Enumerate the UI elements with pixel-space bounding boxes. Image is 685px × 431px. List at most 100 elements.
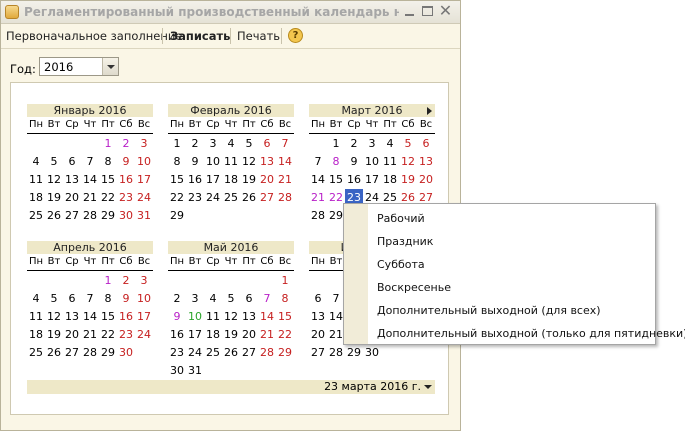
day-cell[interactable]: 16	[117, 308, 135, 326]
day-cell[interactable]: 11	[27, 171, 45, 189]
day-cell[interactable]: 8	[99, 290, 117, 308]
day-cell[interactable]: 27	[63, 344, 81, 362]
day-cell[interactable]: 18	[381, 171, 399, 189]
day-cell[interactable]: 17	[204, 171, 222, 189]
day-cell[interactable]: 17	[135, 171, 153, 189]
day-cell[interactable]: 12	[222, 308, 240, 326]
day-cell[interactable]: 9	[117, 290, 135, 308]
day-cell[interactable]: 28	[81, 344, 99, 362]
day-cell[interactable]: 16	[168, 326, 186, 344]
day-cell[interactable]: 5	[222, 290, 240, 308]
menu-item-working[interactable]: Рабочий	[377, 212, 425, 225]
day-cell[interactable]: 27	[309, 344, 327, 362]
day-cell[interactable]: 3	[186, 290, 204, 308]
menu-item-holiday[interactable]: Праздник	[377, 235, 433, 248]
day-cell[interactable]: 2	[186, 135, 204, 153]
day-cell[interactable]: 8	[327, 153, 345, 171]
day-cell[interactable]: 24	[135, 189, 153, 207]
day-cell[interactable]: 10	[186, 308, 204, 326]
day-cell[interactable]: 26	[45, 207, 63, 225]
day-cell[interactable]: 28	[327, 344, 345, 362]
day-cell[interactable]: 12	[399, 153, 417, 171]
day-cell[interactable]: 14	[309, 171, 327, 189]
title-bar[interactable]: Регламентированный производственный кале…	[1, 1, 460, 24]
day-cell[interactable]: 6	[240, 290, 258, 308]
day-cell[interactable]: 13	[63, 308, 81, 326]
day-cell[interactable]: 14	[258, 308, 276, 326]
day-cell[interactable]: 25	[222, 189, 240, 207]
day-cell[interactable]: 4	[27, 153, 45, 171]
day-cell[interactable]: 9	[345, 153, 363, 171]
day-cell[interactable]: 15	[327, 171, 345, 189]
day-cell[interactable]: 3	[135, 272, 153, 290]
day-cell[interactable]: 5	[45, 290, 63, 308]
day-cell[interactable]: 17	[135, 308, 153, 326]
initial-fill-button[interactable]: Первоначальное заполнение	[6, 29, 182, 43]
day-cell[interactable]: 22	[168, 189, 186, 207]
day-cell[interactable]: 23	[168, 344, 186, 362]
day-cell[interactable]: 11	[381, 153, 399, 171]
day-cell[interactable]: 29	[99, 344, 117, 362]
day-cell[interactable]: 2	[117, 272, 135, 290]
day-cell[interactable]: 5	[45, 153, 63, 171]
day-cell[interactable]: 22	[99, 189, 117, 207]
day-cell[interactable]: 1	[168, 135, 186, 153]
day-cell[interactable]: 31	[135, 207, 153, 225]
day-cell[interactable]: 7	[276, 135, 294, 153]
day-cell[interactable]: 17	[186, 326, 204, 344]
day-cell[interactable]: 11	[222, 153, 240, 171]
day-cell[interactable]: 20	[417, 171, 435, 189]
day-cell[interactable]: 4	[204, 290, 222, 308]
close-icon[interactable]: ✕	[438, 3, 453, 19]
day-cell[interactable]: 5	[240, 135, 258, 153]
day-cell[interactable]: 15	[168, 171, 186, 189]
day-cell[interactable]: 30	[168, 362, 186, 380]
day-cell[interactable]: 3	[135, 135, 153, 153]
day-cell[interactable]: 27	[63, 207, 81, 225]
day-cell[interactable]: 8	[276, 290, 294, 308]
menu-item-sunday[interactable]: Воскресенье	[377, 281, 451, 294]
day-cell[interactable]: 24	[204, 189, 222, 207]
day-cell[interactable]: 23	[186, 189, 204, 207]
day-cell[interactable]: 31	[186, 362, 204, 380]
day-cell[interactable]: 2	[168, 290, 186, 308]
maximize-icon[interactable]	[420, 4, 435, 19]
day-cell[interactable]: 6	[63, 153, 81, 171]
day-cell[interactable]: 11	[27, 308, 45, 326]
day-cell[interactable]: 29	[276, 344, 294, 362]
minimize-icon[interactable]	[402, 4, 417, 19]
day-cell[interactable]: 19	[45, 326, 63, 344]
day-cell[interactable]: 25	[27, 344, 45, 362]
day-cell[interactable]: 19	[45, 189, 63, 207]
day-cell[interactable]: 15	[276, 308, 294, 326]
day-cell[interactable]: 2	[345, 135, 363, 153]
day-cell[interactable]: 17	[363, 171, 381, 189]
day-cell[interactable]: 19	[240, 171, 258, 189]
day-cell[interactable]: 11	[204, 308, 222, 326]
print-button[interactable]: Печать	[237, 29, 280, 43]
chevron-down-icon[interactable]	[424, 385, 432, 389]
day-cell[interactable]: 21	[258, 326, 276, 344]
day-cell[interactable]: 20	[240, 326, 258, 344]
day-cell[interactable]: 20	[63, 326, 81, 344]
day-cell[interactable]: 13	[417, 153, 435, 171]
day-cell[interactable]: 26	[45, 344, 63, 362]
day-cell[interactable]: 28	[81, 207, 99, 225]
day-cell[interactable]: 18	[27, 189, 45, 207]
day-cell[interactable]: 28	[258, 344, 276, 362]
menu-item-extra-day-off-all[interactable]: Дополнительный выходной (для всех)	[377, 304, 601, 317]
day-cell[interactable]: 1	[99, 272, 117, 290]
day-cell[interactable]: 30	[117, 207, 135, 225]
day-cell[interactable]: 14	[276, 153, 294, 171]
chevron-down-icon[interactable]	[102, 58, 118, 75]
day-cell[interactable]: 20	[63, 189, 81, 207]
day-cell[interactable]: 12	[240, 153, 258, 171]
next-month-icon[interactable]	[427, 107, 432, 115]
day-cell[interactable]: 20	[258, 171, 276, 189]
day-cell[interactable]: 1	[276, 272, 294, 290]
current-date-bar[interactable]: 23 марта 2016 г.	[27, 380, 435, 394]
day-cell[interactable]: 1	[99, 135, 117, 153]
day-cell[interactable]: 2	[117, 135, 135, 153]
day-cell[interactable]: 21	[81, 189, 99, 207]
day-cell[interactable]: 27	[240, 344, 258, 362]
